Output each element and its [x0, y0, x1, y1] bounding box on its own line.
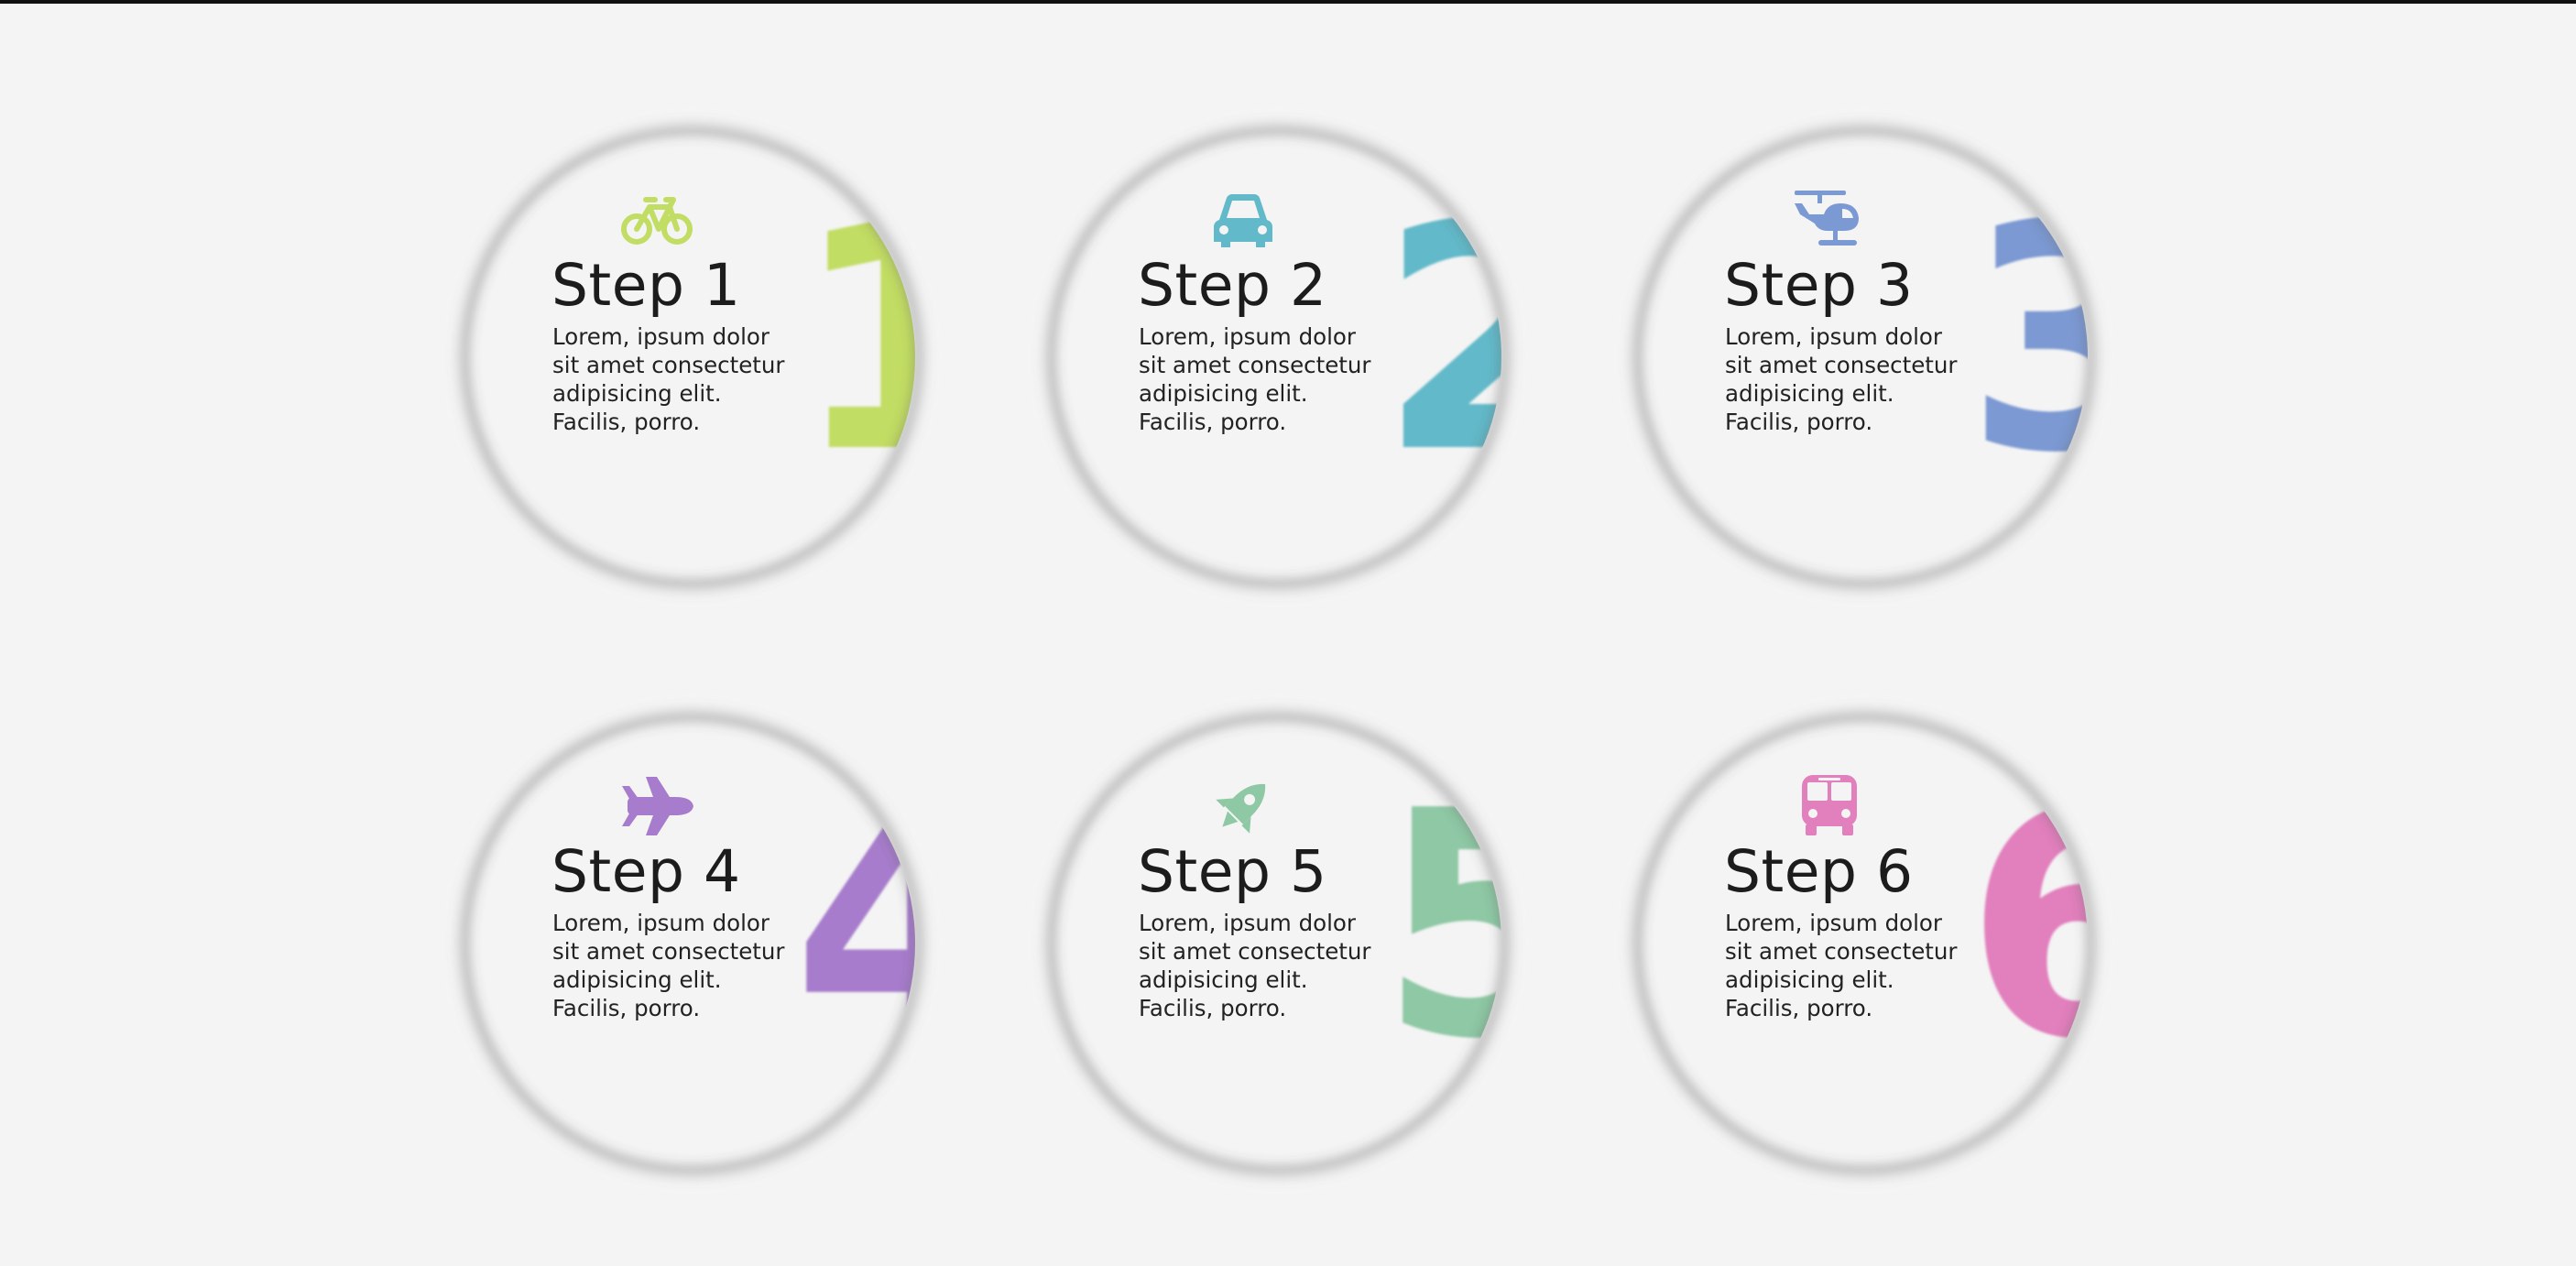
step-description-line: Facilis, porro.	[1725, 995, 1873, 1021]
step-card-2: 2 Step 2 Lorem, ipsum dolor sit amet con…	[1012, 99, 1544, 630]
step-description-line: Facilis, porro.	[1139, 995, 1287, 1021]
step-description-line: Lorem, ipsum dolor	[552, 910, 770, 936]
rocket-icon	[1205, 775, 1282, 837]
step-description-line: adipisicing elit.	[1725, 966, 1894, 993]
car-icon	[1205, 189, 1282, 251]
step-description-line: Facilis, porro.	[1725, 409, 1873, 435]
step-title: Step 2	[1138, 252, 1327, 319]
step-description-line: Facilis, porro.	[1139, 409, 1287, 435]
step-title: Step 1	[551, 252, 741, 319]
step-description-line: Lorem, ipsum dolor	[1725, 910, 1942, 936]
step-title: Step 3	[1724, 252, 1914, 319]
step-description: Lorem, ipsum dolor sit amet consectetur …	[1139, 322, 1386, 436]
bus-icon	[1791, 775, 1868, 837]
helicopter-icon	[1791, 189, 1868, 251]
step-description-line: Lorem, ipsum dolor	[1139, 323, 1356, 350]
step-title: Step 5	[1138, 838, 1327, 905]
step-card-4: 4 Step 4 Lorem, ipsum dolor sit amet con…	[426, 685, 957, 1217]
step-description-line: Lorem, ipsum dolor	[552, 323, 770, 350]
step-card-3: 3 Step 3 Lorem, ipsum dolor sit amet con…	[1599, 99, 2130, 630]
step-description-line: Facilis, porro.	[552, 995, 701, 1021]
airplane-icon	[618, 775, 695, 837]
step-description-line: adipisicing elit.	[552, 380, 722, 407]
step-card-6: 6 Step 6 Lorem, ipsum dolor sit amet con…	[1599, 685, 2130, 1217]
step-description-line: adipisicing elit.	[1139, 380, 1308, 407]
step-description: Lorem, ipsum dolor sit amet consectetur …	[552, 322, 800, 436]
step-description: Lorem, ipsum dolor sit amet consectetur …	[1725, 322, 1972, 436]
step-description-line: sit amet consectetur	[1139, 352, 1371, 378]
step-description: Lorem, ipsum dolor sit amet consectetur …	[1725, 909, 1972, 1022]
step-description: Lorem, ipsum dolor sit amet consectetur …	[552, 909, 800, 1022]
step-description-line: adipisicing elit.	[1139, 966, 1308, 993]
step-description-line: sit amet consectetur	[1139, 938, 1371, 965]
step-description-line: sit amet consectetur	[1725, 938, 1958, 965]
step-description: Lorem, ipsum dolor sit amet consectetur …	[1139, 909, 1386, 1022]
top-rule	[0, 0, 2576, 4]
step-description-line: adipisicing elit.	[552, 966, 722, 993]
step-card-5: 5 Step 5 Lorem, ipsum dolor sit amet con…	[1012, 685, 1544, 1217]
step-description-line: sit amet consectetur	[552, 938, 785, 965]
step-description-line: adipisicing elit.	[1725, 380, 1894, 407]
bicycle-icon	[618, 189, 695, 251]
step-description-line: sit amet consectetur	[1725, 352, 1958, 378]
step-title: Step 4	[551, 838, 741, 905]
step-description-line: Facilis, porro.	[552, 409, 701, 435]
step-description-line: Lorem, ipsum dolor	[1725, 323, 1942, 350]
step-description-line: sit amet consectetur	[552, 352, 785, 378]
step-description-line: Lorem, ipsum dolor	[1139, 910, 1356, 936]
step-title: Step 6	[1724, 838, 1914, 905]
step-card-1: 1 Step 1 Lorem, ipsum dolor sit amet con…	[426, 99, 957, 630]
